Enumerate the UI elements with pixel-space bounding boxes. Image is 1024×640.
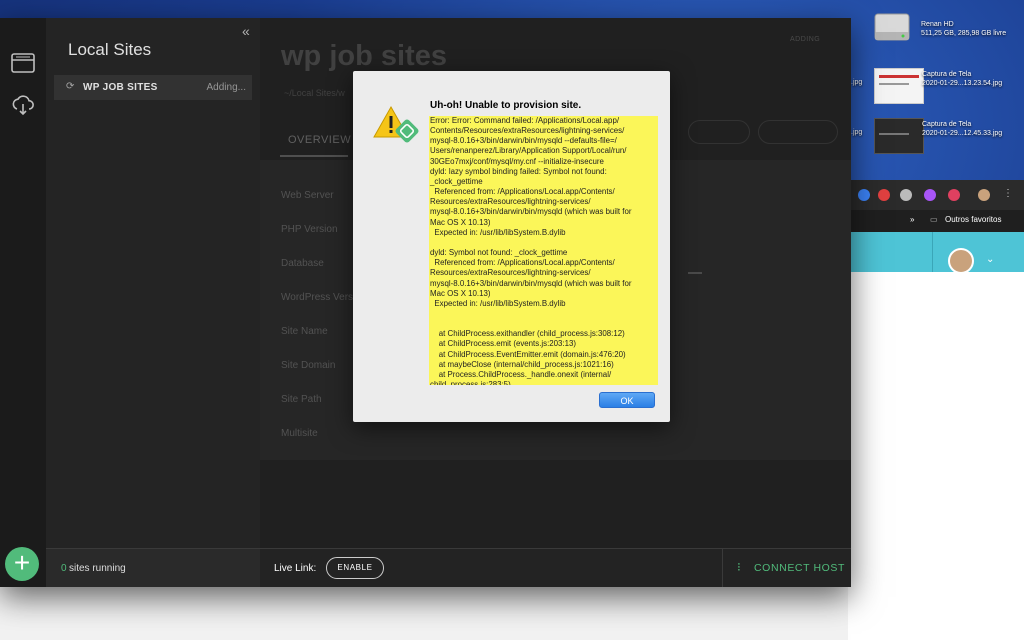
desktop-file-1[interactable]: Captura de Tela 2020-01-29...13.23.54.jp… [874,64,1024,110]
extension-search-icon[interactable] [900,189,912,201]
partial-file-label: .jpg [851,129,863,136]
partial-file-label: .jpg [851,79,863,86]
file-name-line2: 2020-01-29...12.45.33.jpg [922,130,1003,137]
extension-feather-icon[interactable] [924,189,936,201]
bookmark-folder-other[interactable]: Outros favoritos [945,215,1001,224]
disk-info: 511,25 GB, 285,98 GB livre [921,30,1007,37]
user-avatar[interactable] [948,248,974,274]
main-footer: Live Link: ENABLE ⁝ CONNECT HOST [260,548,851,587]
disk-name: Renan HD [921,21,954,28]
warning-icon [373,105,419,143]
chevron-down-icon[interactable]: ⌄ [986,254,994,265]
extension-check-icon[interactable] [858,189,870,201]
file-name-line2: 2020-01-29...13.23.54.jpg [922,80,1003,87]
menu-dots-icon[interactable]: ⋮ [1003,188,1013,199]
connect-host-button[interactable]: ⁝ CONNECT HOST [722,549,851,587]
add-site-button[interactable]: + [5,547,39,581]
cloud-download-icon[interactable] [11,94,35,116]
browser-window: ⋮ » ▭ Outros favoritos ⌄ [848,180,1024,640]
sites-running-count: 0 [61,563,67,574]
live-link-label: Live Link: [274,563,317,574]
desktop-file-2[interactable]: Captura de Tela 2020-01-29...12.45.33.jp… [874,114,1024,160]
sites-list-icon[interactable] [11,52,35,74]
hard-drive-icon[interactable] [872,6,912,46]
dialog-error-message: Error: Error: Command failed: /Applicati… [429,116,658,385]
enable-live-link-button[interactable]: ENABLE [326,557,384,579]
image-thumbnail-icon [874,118,924,154]
bookmarks-overflow-icon[interactable]: » [910,215,914,224]
sites-running-label: sites running [69,563,126,574]
nav-rail: + [0,18,46,587]
extension-shield-icon[interactable] [878,189,890,201]
file-name-line1: Captura de Tela [922,71,972,78]
bookmarks-bar: » ▭ Outros favoritos [848,210,1024,232]
extension-target-icon[interactable] [948,189,960,201]
folder-icon: ▭ [930,215,938,224]
dialog-title: Uh-oh! Unable to provision site. [430,100,582,111]
site-header [848,232,1024,272]
image-thumbnail-icon [874,68,924,104]
connect-host-icon: ⁝ [737,560,741,574]
connect-host-label: CONNECT HOST [754,562,846,574]
disk-label: Renan HD 511,25 GB, 285,98 GB livre [921,20,1006,38]
error-dialog: Uh-oh! Unable to provision site. Error: … [353,71,670,422]
background-window-strip [0,586,848,640]
ok-button[interactable]: OK [599,392,655,408]
sites-footer: 0 sites running [46,548,260,587]
file-name-line1: Captura de Tela [922,121,972,128]
profile-avatar-icon[interactable] [978,189,990,201]
browser-toolbar: ⋮ [848,180,1024,210]
